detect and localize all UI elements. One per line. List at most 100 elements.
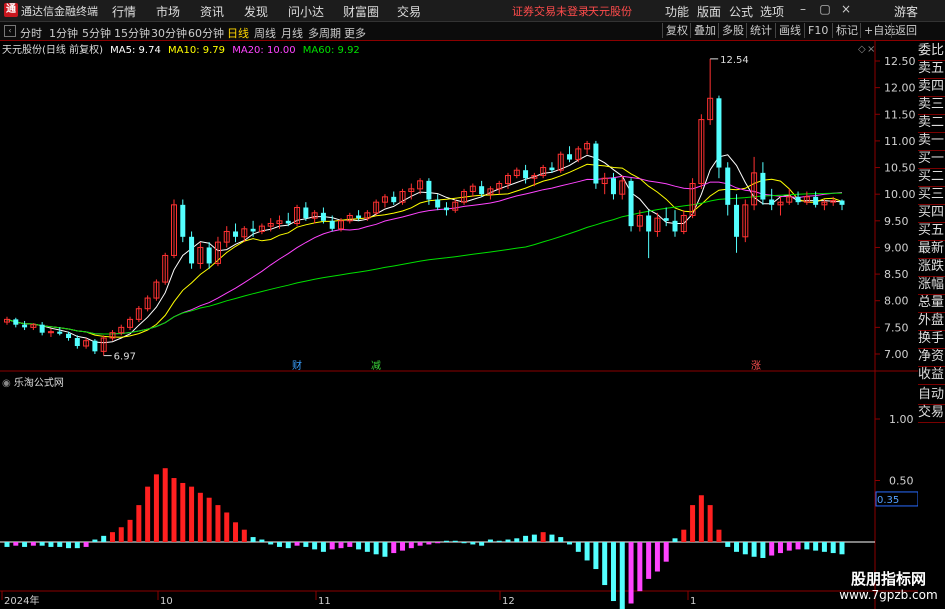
event-marker-1: 减 (371, 360, 381, 372)
candle-body (206, 247, 212, 264)
period-5min[interactable]: 5分钟 (82, 25, 111, 41)
osc-label: 1.00 (889, 413, 914, 426)
period-daily[interactable]: 日线 (227, 25, 249, 41)
candle (13, 317, 19, 328)
menu-trade[interactable]: 交易 (397, 3, 421, 20)
candle (83, 338, 90, 349)
user-guest[interactable]: 游客 (894, 3, 918, 20)
panel-item-2[interactable]: 卖四 (918, 78, 945, 97)
menu-quotes[interactable]: 行情 (112, 3, 136, 20)
prev-icon[interactable]: ‹ (4, 25, 16, 37)
candle-body (435, 199, 441, 208)
collapse-icon[interactable]: ◉ (2, 378, 11, 389)
btn-back[interactable]: 返回 (891, 23, 920, 38)
candle-body (734, 204, 740, 237)
menu-function[interactable]: 功能 (665, 3, 689, 20)
btn-mark[interactable]: 标记 (832, 23, 861, 38)
candle-body (391, 196, 397, 203)
login-notice[interactable]: 证券交易未登录 (512, 3, 589, 19)
panel-item-7[interactable]: 买二 (918, 168, 945, 187)
period-monthly[interactable]: 月线 (281, 25, 303, 41)
candle-body (320, 212, 326, 221)
menu-market[interactable]: 市场 (156, 3, 180, 20)
menu-news[interactable]: 资讯 (200, 3, 224, 20)
panel-item-16[interactable]: 换手 (918, 330, 945, 349)
osc-bar (66, 542, 72, 549)
ma60-label: MA60: 9.92 (302, 45, 360, 56)
menu-options[interactable]: 选项 (760, 3, 784, 20)
osc-bar (681, 529, 687, 542)
panel-item-6[interactable]: 买一 (918, 150, 945, 169)
minimize-icon[interactable]: – (796, 2, 810, 16)
btn-draw[interactable]: 画线 (775, 23, 804, 38)
panel-item-1[interactable]: 卖五 (918, 60, 945, 79)
menu-layout[interactable]: 版面 (697, 3, 721, 20)
candle (540, 164, 547, 179)
candle-body (180, 204, 186, 237)
panel-item-11[interactable]: 最新 (918, 240, 945, 259)
candle (100, 335, 107, 356)
menu-ask[interactable]: 问小达 (288, 3, 324, 20)
panel-button-0[interactable]: 自动 (918, 386, 945, 405)
osc-bar (707, 505, 713, 542)
osc-bar (312, 542, 318, 550)
panel-item-17[interactable]: 净资 (918, 348, 945, 367)
osc-bar (241, 529, 247, 542)
panel-button-1[interactable]: 交易 (918, 404, 945, 423)
panel-item-5[interactable]: 卖一 (918, 132, 945, 151)
menu-discover[interactable]: 发现 (244, 3, 268, 20)
menu-wealth[interactable]: 财富圈 (343, 3, 379, 20)
btn-stats[interactable]: 统计 (746, 23, 775, 38)
osc-bar (821, 542, 827, 552)
osc-bar (654, 542, 660, 572)
osc-bar (101, 535, 107, 542)
candle-body (610, 178, 616, 195)
panel-item-9[interactable]: 买四 (918, 204, 945, 223)
panel-item-14[interactable]: 总量 (918, 294, 945, 313)
panel-item-10[interactable]: 买五 (918, 222, 945, 241)
osc-bar (39, 542, 45, 546)
menu-formula[interactable]: 公式 (729, 3, 753, 20)
price-label: 7.00 (884, 348, 909, 361)
candle (698, 114, 705, 189)
candle (171, 199, 177, 259)
maximize-icon[interactable]: ▢ (818, 2, 832, 16)
btn-multi-stock[interactable]: 多股 (718, 23, 747, 38)
period-more[interactable]: 更多 (344, 25, 366, 41)
btn-adjust[interactable]: 复权 (662, 23, 691, 38)
panel-item-3[interactable]: 卖三 (918, 96, 945, 115)
period-1min[interactable]: 1分钟 (49, 25, 78, 41)
period-intraday[interactable]: 分时 (20, 25, 42, 41)
period-60min[interactable]: 60分钟 (188, 25, 224, 41)
candle (443, 202, 449, 216)
osc-bar (760, 542, 766, 558)
period-15min[interactable]: 15分钟 (114, 25, 150, 41)
btn-f10[interactable]: F10 (804, 23, 831, 38)
candle (742, 199, 749, 243)
chart-area[interactable]: 12.5012.0011.5011.0010.5010.009.509.008.… (0, 40, 918, 609)
candle (663, 207, 669, 227)
candle (567, 146, 573, 163)
panel-item-18[interactable]: 收益 (918, 366, 945, 385)
panel-item-12[interactable]: 涨跌 (918, 258, 945, 277)
period-multi[interactable]: 多周期 (308, 25, 341, 41)
period-30min[interactable]: 30分钟 (151, 25, 187, 41)
candle-body (769, 199, 775, 205)
panel-item-4[interactable]: 卖二 (918, 114, 945, 133)
panel-item-8[interactable]: 买三 (918, 186, 945, 205)
osc-bar (505, 539, 511, 542)
close-icon[interactable]: × (839, 2, 853, 16)
candle-body (356, 215, 362, 219)
period-weekly[interactable]: 周线 (254, 25, 276, 41)
panel-item-15[interactable]: 外盘 (918, 312, 945, 331)
candle-body (839, 200, 845, 205)
osc-bar (839, 542, 845, 555)
panel-item-13[interactable]: 涨幅 (918, 276, 945, 295)
panel-item-0[interactable]: 委比 (918, 42, 945, 61)
osc-bar (391, 542, 397, 554)
btn-overlay[interactable]: 叠加 (690, 23, 719, 38)
osc-bar (13, 542, 19, 546)
candle-body (760, 172, 766, 200)
candle (523, 164, 529, 184)
price-label: 10.50 (884, 162, 916, 175)
